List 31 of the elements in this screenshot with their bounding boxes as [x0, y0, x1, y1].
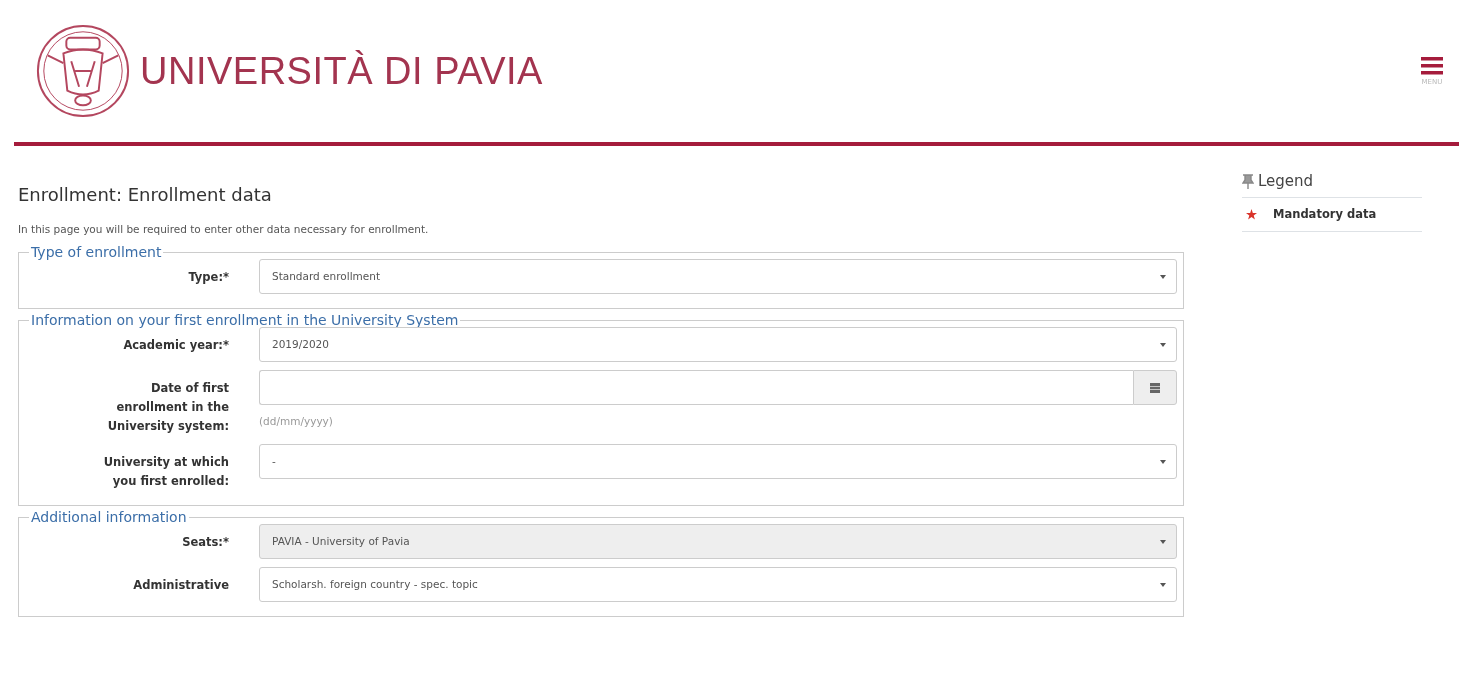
caret-icon: [1160, 274, 1166, 279]
legend-title: Legend: [1258, 171, 1314, 192]
star-icon: [1246, 208, 1257, 220]
pin-icon: [1242, 173, 1254, 189]
section-title: Type of enrollment: [30, 245, 163, 260]
field-label: Administrative: [132, 577, 229, 595]
calendar-icon: [1150, 382, 1160, 393]
field-label: Seats:*: [181, 534, 229, 552]
intro-text: In this page you will be required to enter other data necessary for enrollment.: [18, 221, 430, 237]
select-field[interactable]: Standard enrollment: [259, 259, 1177, 295]
select-field[interactable]: -: [259, 444, 1177, 480]
select-field: PAVIA - University of Pavia: [259, 524, 1177, 560]
legend-item: Mandatory data: [1273, 205, 1377, 223]
section-title: Information on your first enrollment in the University System: [30, 313, 460, 328]
select-field[interactable]: 2019/2020: [259, 327, 1177, 363]
caret-icon: [1160, 582, 1166, 587]
section-title: Additional information: [30, 510, 188, 525]
select-field[interactable]: Scholarsh. foreign country - spec. topic: [259, 567, 1177, 603]
caret-icon: [1160, 459, 1166, 464]
university-title: UNIVERSITÀ DI PAVIA: [140, 48, 543, 94]
caret-icon: [1160, 539, 1166, 544]
field-label: Academic year:*: [122, 337, 229, 355]
field-label: Date of first enrollment in the University system:: [106, 380, 229, 436]
caret-icon: [1160, 342, 1166, 347]
format-hint: (dd/mm/yyyy): [259, 414, 334, 430]
page-title: Enrollment: Enrollment data: [18, 184, 273, 206]
field-label: Type:*: [187, 269, 229, 287]
field-label: University at which you first enrolled:: [102, 454, 229, 491]
menu-icon: [1421, 56, 1443, 75]
date-field[interactable]: [259, 370, 1133, 406]
calendar-button[interactable]: [1133, 370, 1177, 406]
